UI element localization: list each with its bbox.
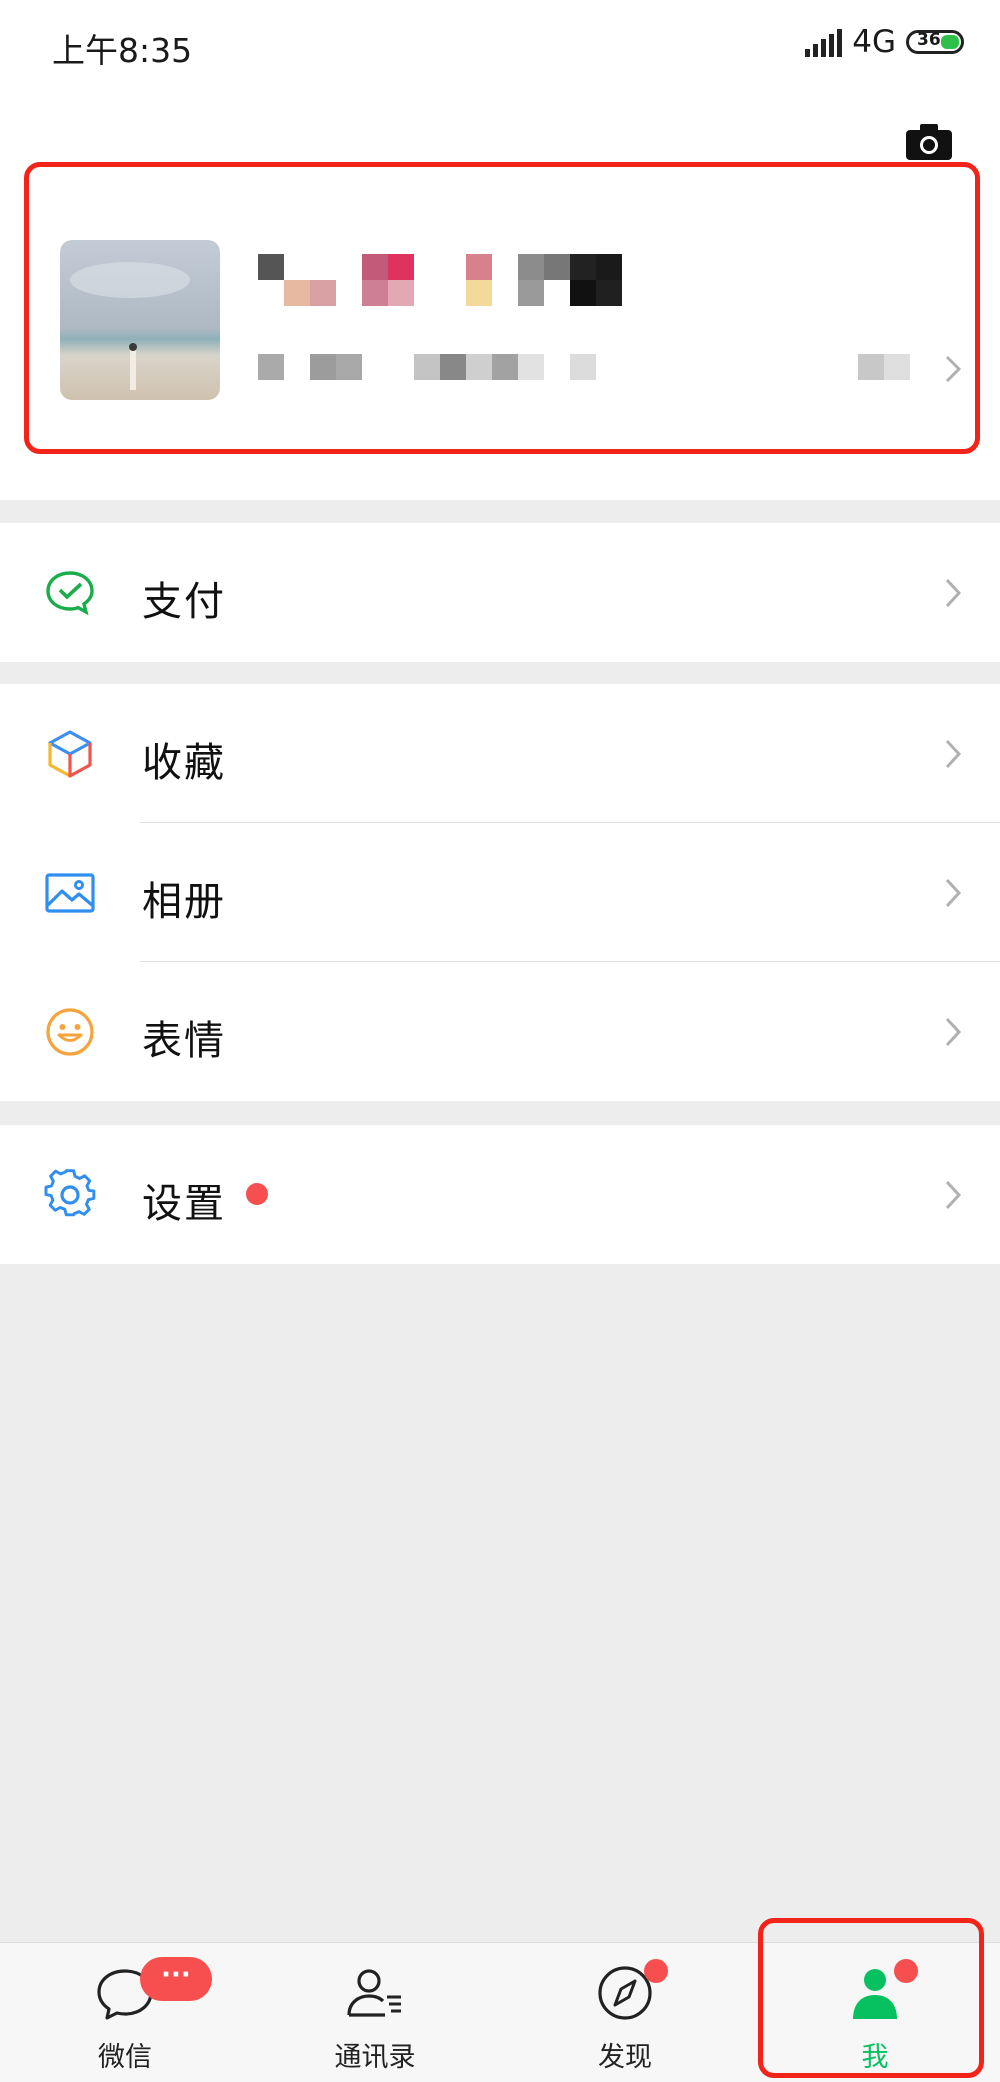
content-section: 收藏 相册 表情 [0, 684, 1000, 1101]
menu-label-stickers: 表情 [142, 1018, 226, 1064]
menu-label-album: 相册 [142, 879, 226, 925]
album-picture-icon [45, 873, 95, 913]
profile-header[interactable] [0, 92, 1000, 500]
status-indicators: 4G 36 [805, 24, 964, 60]
favorites-cube-icon [48, 730, 92, 778]
bottom-tab-bar: ··· 微信 通讯录 发现 我 [0, 1942, 1000, 2082]
chevron-right-icon [945, 578, 962, 608]
menu-label-favorites: 收藏 [142, 740, 226, 786]
wechat-id-pixelated [258, 354, 910, 380]
contacts-person-icon [347, 1969, 401, 2017]
smiley-face-icon [46, 1008, 94, 1056]
nickname-pixelated [258, 254, 622, 306]
menu-item-album[interactable]: 相册 [0, 823, 1000, 962]
menu-item-favorites[interactable]: 收藏 [0, 684, 1000, 823]
network-type: 4G [852, 24, 896, 60]
settings-gear-icon [44, 1169, 96, 1217]
chevron-right-icon [945, 739, 962, 769]
tab-contacts[interactable]: 通讯录 [250, 1943, 500, 2082]
menu-label-pay: 支付 [142, 579, 226, 625]
menu-item-stickers[interactable]: 表情 [0, 962, 1000, 1101]
discover-badge-dot [644, 1959, 668, 1983]
chats-badge: ··· [140, 1957, 212, 2001]
menu-item-pay[interactable]: 支付 [0, 523, 1000, 662]
avatar[interactable] [60, 240, 220, 400]
battery-icon: 36 [906, 30, 964, 54]
settings-section: 设置 [0, 1125, 1000, 1264]
settings-badge-dot [246, 1183, 268, 1205]
chevron-right-icon [945, 878, 962, 908]
tab-label-contacts: 通讯录 [334, 2042, 416, 2073]
battery-level: 36 [917, 30, 941, 50]
menu-label-settings: 设置 [142, 1181, 226, 1227]
chevron-right-icon [945, 1180, 962, 1210]
camera-icon[interactable] [904, 122, 954, 162]
status-time: 上午8:35 [52, 31, 193, 70]
tab-me[interactable]: 我 [750, 1943, 1000, 2082]
tab-label-me: 我 [861, 2042, 889, 2073]
wechat-pay-icon [46, 571, 94, 616]
chevron-right-icon [945, 1017, 962, 1047]
pay-section: 支付 [0, 523, 1000, 662]
tab-label-discover: 发现 [598, 2042, 652, 2073]
status-bar: 上午8:35 4G 36 [0, 0, 1000, 92]
tab-discover[interactable]: 发现 [500, 1943, 750, 2082]
me-badge-dot [894, 1959, 918, 1983]
chevron-right-icon [945, 355, 962, 383]
tab-chats[interactable]: ··· 微信 [0, 1943, 250, 2082]
menu-item-settings[interactable]: 设置 [0, 1125, 1000, 1264]
tab-label-chats: 微信 [98, 2042, 152, 2073]
signal-strength-icon [805, 27, 843, 57]
